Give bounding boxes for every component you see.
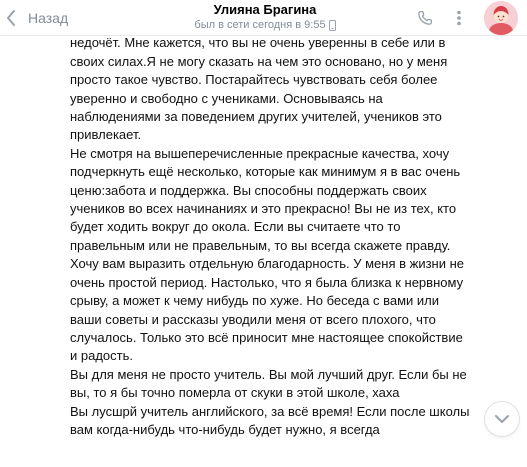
scroll-down-button[interactable]	[485, 402, 519, 436]
message-paragraph: Не смотря на вышеперечисленные прекрасны…	[70, 145, 461, 253]
last-seen-text: был в сети сегодня в 9:55	[194, 19, 326, 31]
chat-header: Назад Улияна Брагина был в сети сегодня …	[0, 0, 527, 36]
message-history[interactable]: язык не поворачивается назвать его минус…	[0, 36, 527, 467]
chat-title-block[interactable]: Улияна Брагина был в сети сегодня в 9:55	[170, 2, 360, 32]
message-paragraph: Вы для меня не просто учитель. Вы мой лу…	[70, 366, 467, 401]
message-text: язык не поворачивается назвать его минус…	[70, 36, 470, 439]
contact-name: Улияна Брагина	[213, 2, 317, 17]
message-paragraph: Вы лусшрй учитель английского, за всё вр…	[70, 403, 470, 437]
back-label: Назад	[28, 10, 69, 26]
last-seen-status: был в сети сегодня в 9:55	[170, 18, 360, 32]
message-paragraph: язык не поворачивается назвать его минус…	[70, 36, 448, 143]
avatar[interactable]	[484, 1, 518, 35]
chevron-down-icon	[495, 415, 509, 423]
avatar-image	[484, 1, 518, 35]
message-paragraph: Хочу вам выразить отдельную благодарност…	[70, 256, 465, 364]
phone-icon[interactable]	[416, 9, 434, 27]
back-button[interactable]: Назад	[6, 8, 68, 28]
chevron-left-icon	[7, 10, 15, 26]
mobile-icon	[328, 19, 336, 31]
more-options-icon[interactable]	[452, 10, 466, 26]
